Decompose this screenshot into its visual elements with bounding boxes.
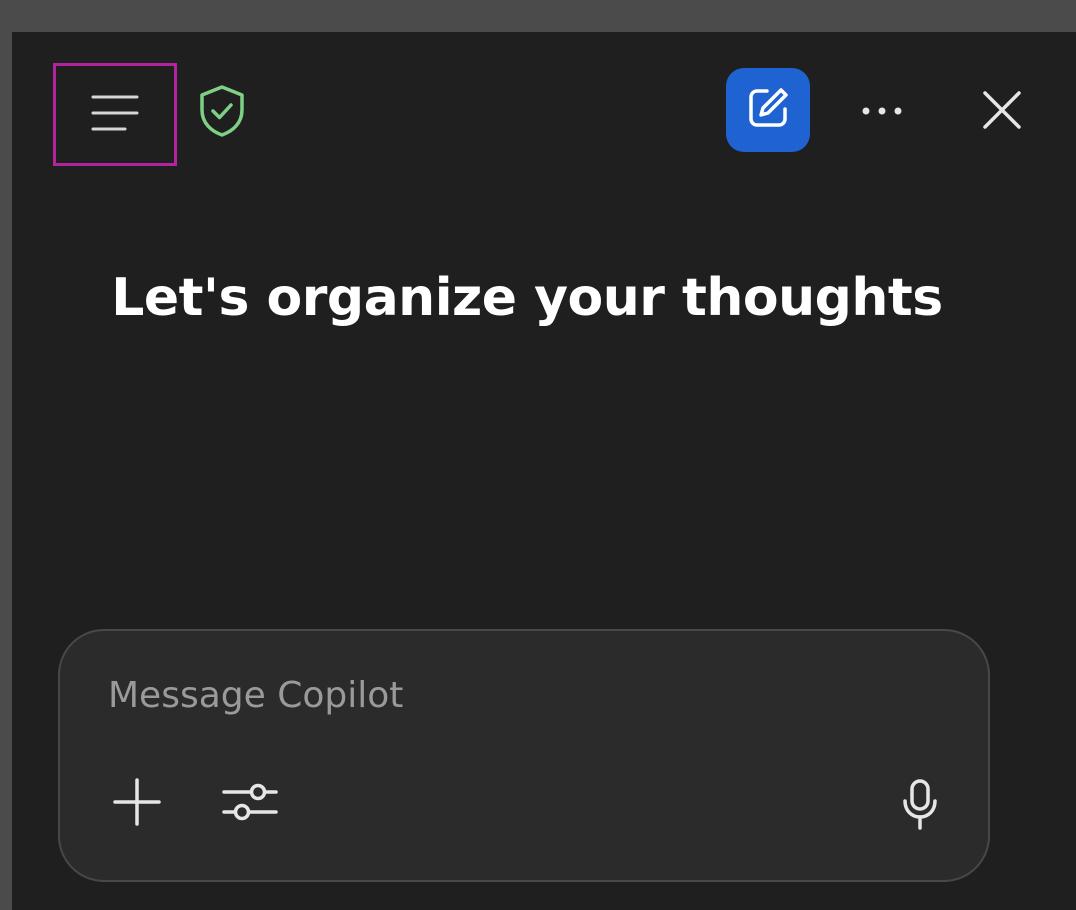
menu-button[interactable] bbox=[53, 63, 177, 166]
hamburger-menu-icon bbox=[89, 93, 141, 137]
close-button[interactable] bbox=[974, 84, 1030, 140]
window-left-edge bbox=[0, 0, 12, 910]
message-input[interactable] bbox=[108, 665, 928, 725]
shield-check-icon bbox=[198, 84, 246, 138]
tools-button[interactable] bbox=[220, 777, 280, 831]
window-top-strip bbox=[0, 0, 1076, 32]
sliders-icon bbox=[222, 780, 278, 828]
more-horizontal-icon bbox=[861, 101, 903, 120]
add-attachment-button[interactable] bbox=[110, 777, 164, 831]
microphone-icon bbox=[900, 778, 940, 836]
copilot-panel: Let's organize your thoughts bbox=[12, 32, 1076, 910]
more-options-button[interactable] bbox=[850, 92, 914, 128]
page-heading: Let's organize your thoughts bbox=[111, 268, 943, 328]
compose-icon bbox=[745, 85, 791, 135]
close-icon bbox=[982, 90, 1022, 134]
message-composer bbox=[58, 629, 990, 882]
plus-icon bbox=[113, 778, 161, 830]
new-chat-button[interactable] bbox=[726, 68, 810, 152]
microphone-button[interactable] bbox=[896, 777, 944, 837]
